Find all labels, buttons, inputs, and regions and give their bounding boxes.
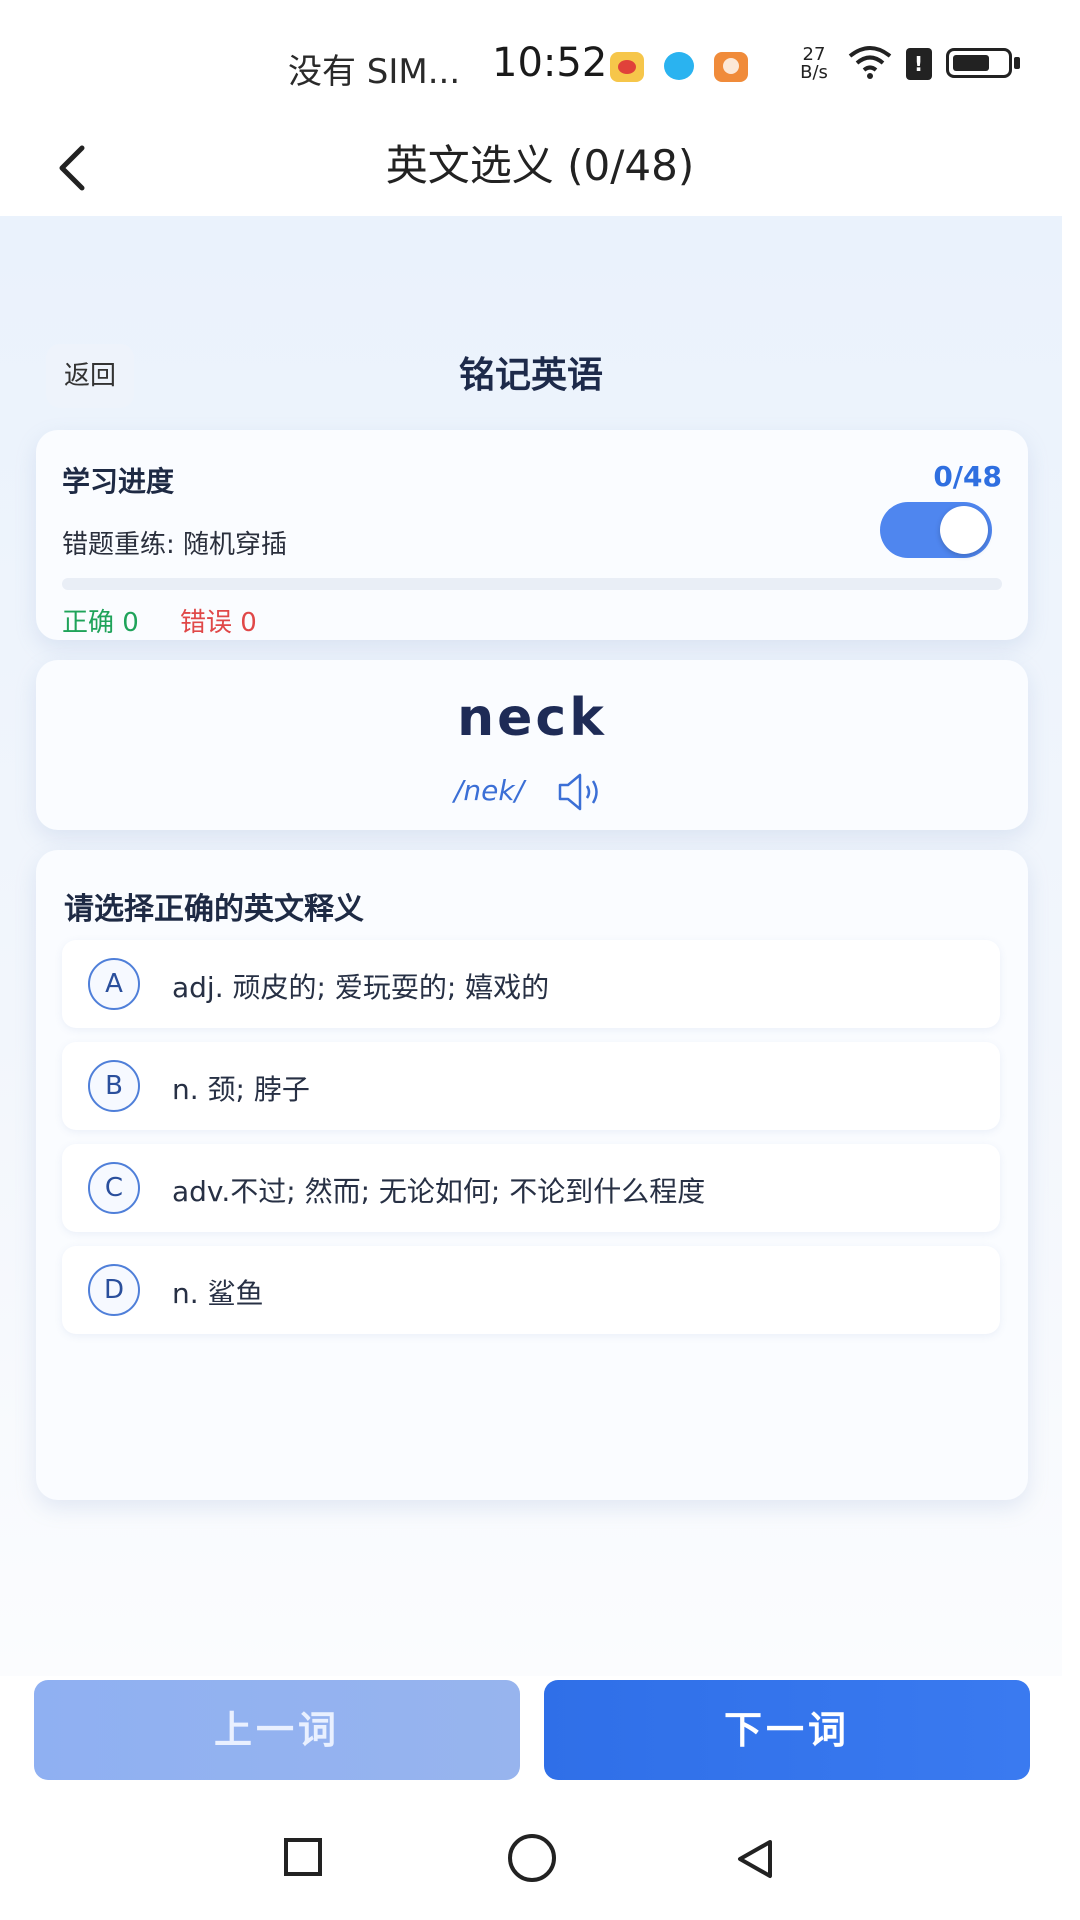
sim-icon: ! — [906, 48, 932, 80]
retry-toggle[interactable] — [880, 502, 992, 558]
phonetic: /nek/ — [454, 774, 525, 807]
speaker-icon[interactable] — [556, 770, 608, 814]
heart-app-icon — [714, 52, 748, 82]
prev-word-button[interactable]: 上一词 — [34, 1680, 520, 1780]
battery-icon — [946, 48, 1012, 78]
bird-app-icon — [664, 52, 694, 80]
retry-mode-label: 错题重练: 随机穿插 — [62, 530, 288, 560]
back-triangle-icon[interactable] — [732, 1836, 778, 1882]
quiz-prompt: 请选择正确的英文释义 — [64, 892, 364, 927]
option-letter: C — [88, 1162, 140, 1214]
option-c[interactable]: C adv.不过; 然而; 无论如何; 不论到什么程度 — [62, 1144, 1000, 1232]
option-b[interactable]: B n. 颈; 脖子 — [62, 1042, 1000, 1130]
option-text: n. 鲨鱼 — [172, 1277, 264, 1310]
option-text: n. 颈; 脖子 — [172, 1073, 310, 1106]
progress-label: 学习进度 — [62, 465, 175, 498]
next-word-button[interactable]: 下一词 — [544, 1680, 1030, 1780]
option-letter: B — [88, 1060, 140, 1112]
home-icon[interactable] — [508, 1834, 556, 1882]
vocab-word: neck — [457, 688, 607, 748]
progress-card: 学习进度 0/48 错题重练: 随机穿插 正确 0 错误 0 — [36, 430, 1028, 640]
toggle-knob — [940, 506, 988, 554]
quiz-card: 请选择正确的英文释义 A adj. 顽皮的; 爱玩耍的; 嬉戏的 B n. 颈;… — [36, 850, 1028, 1500]
status-bar: 没有 SIM... 10:52 27 B/s ! — [0, 0, 1080, 120]
progress-bar — [62, 578, 1002, 590]
network-speed: 27 B/s — [790, 46, 838, 82]
option-letter: D — [88, 1264, 140, 1316]
carrier-text: 没有 SIM... — [288, 52, 461, 92]
main-content: 返回 铭记英语 学习进度 0/48 错题重练: 随机穿插 正确 0 错误 0 n… — [0, 216, 1062, 1676]
word-card: neck /nek/ — [36, 660, 1028, 830]
correct-count: 正确 0 — [62, 608, 139, 638]
page-title: 英文选义 (0/48) — [385, 141, 695, 190]
clock: 10:52 — [492, 40, 608, 86]
recent-apps-icon[interactable] — [284, 1838, 322, 1876]
option-letter: A — [88, 958, 140, 1010]
option-d[interactable]: D n. 鲨鱼 — [62, 1246, 1000, 1334]
option-text: adj. 顽皮的; 爱玩耍的; 嬉戏的 — [172, 971, 550, 1004]
nav-header: 英文选义 (0/48) — [0, 120, 1080, 216]
network-speed-unit: B/s — [800, 62, 828, 83]
system-nav-bar — [0, 1800, 1080, 1920]
progress-count: 0/48 — [933, 460, 1002, 493]
wrong-count: 错误 0 — [180, 608, 257, 638]
option-a[interactable]: A adj. 顽皮的; 爱玩耍的; 嬉戏的 — [62, 940, 1000, 1028]
app-title: 铭记英语 — [458, 355, 603, 396]
weibo-icon — [610, 52, 644, 82]
option-text: adv.不过; 然而; 无论如何; 不论到什么程度 — [172, 1175, 706, 1208]
wifi-icon — [848, 46, 892, 79]
